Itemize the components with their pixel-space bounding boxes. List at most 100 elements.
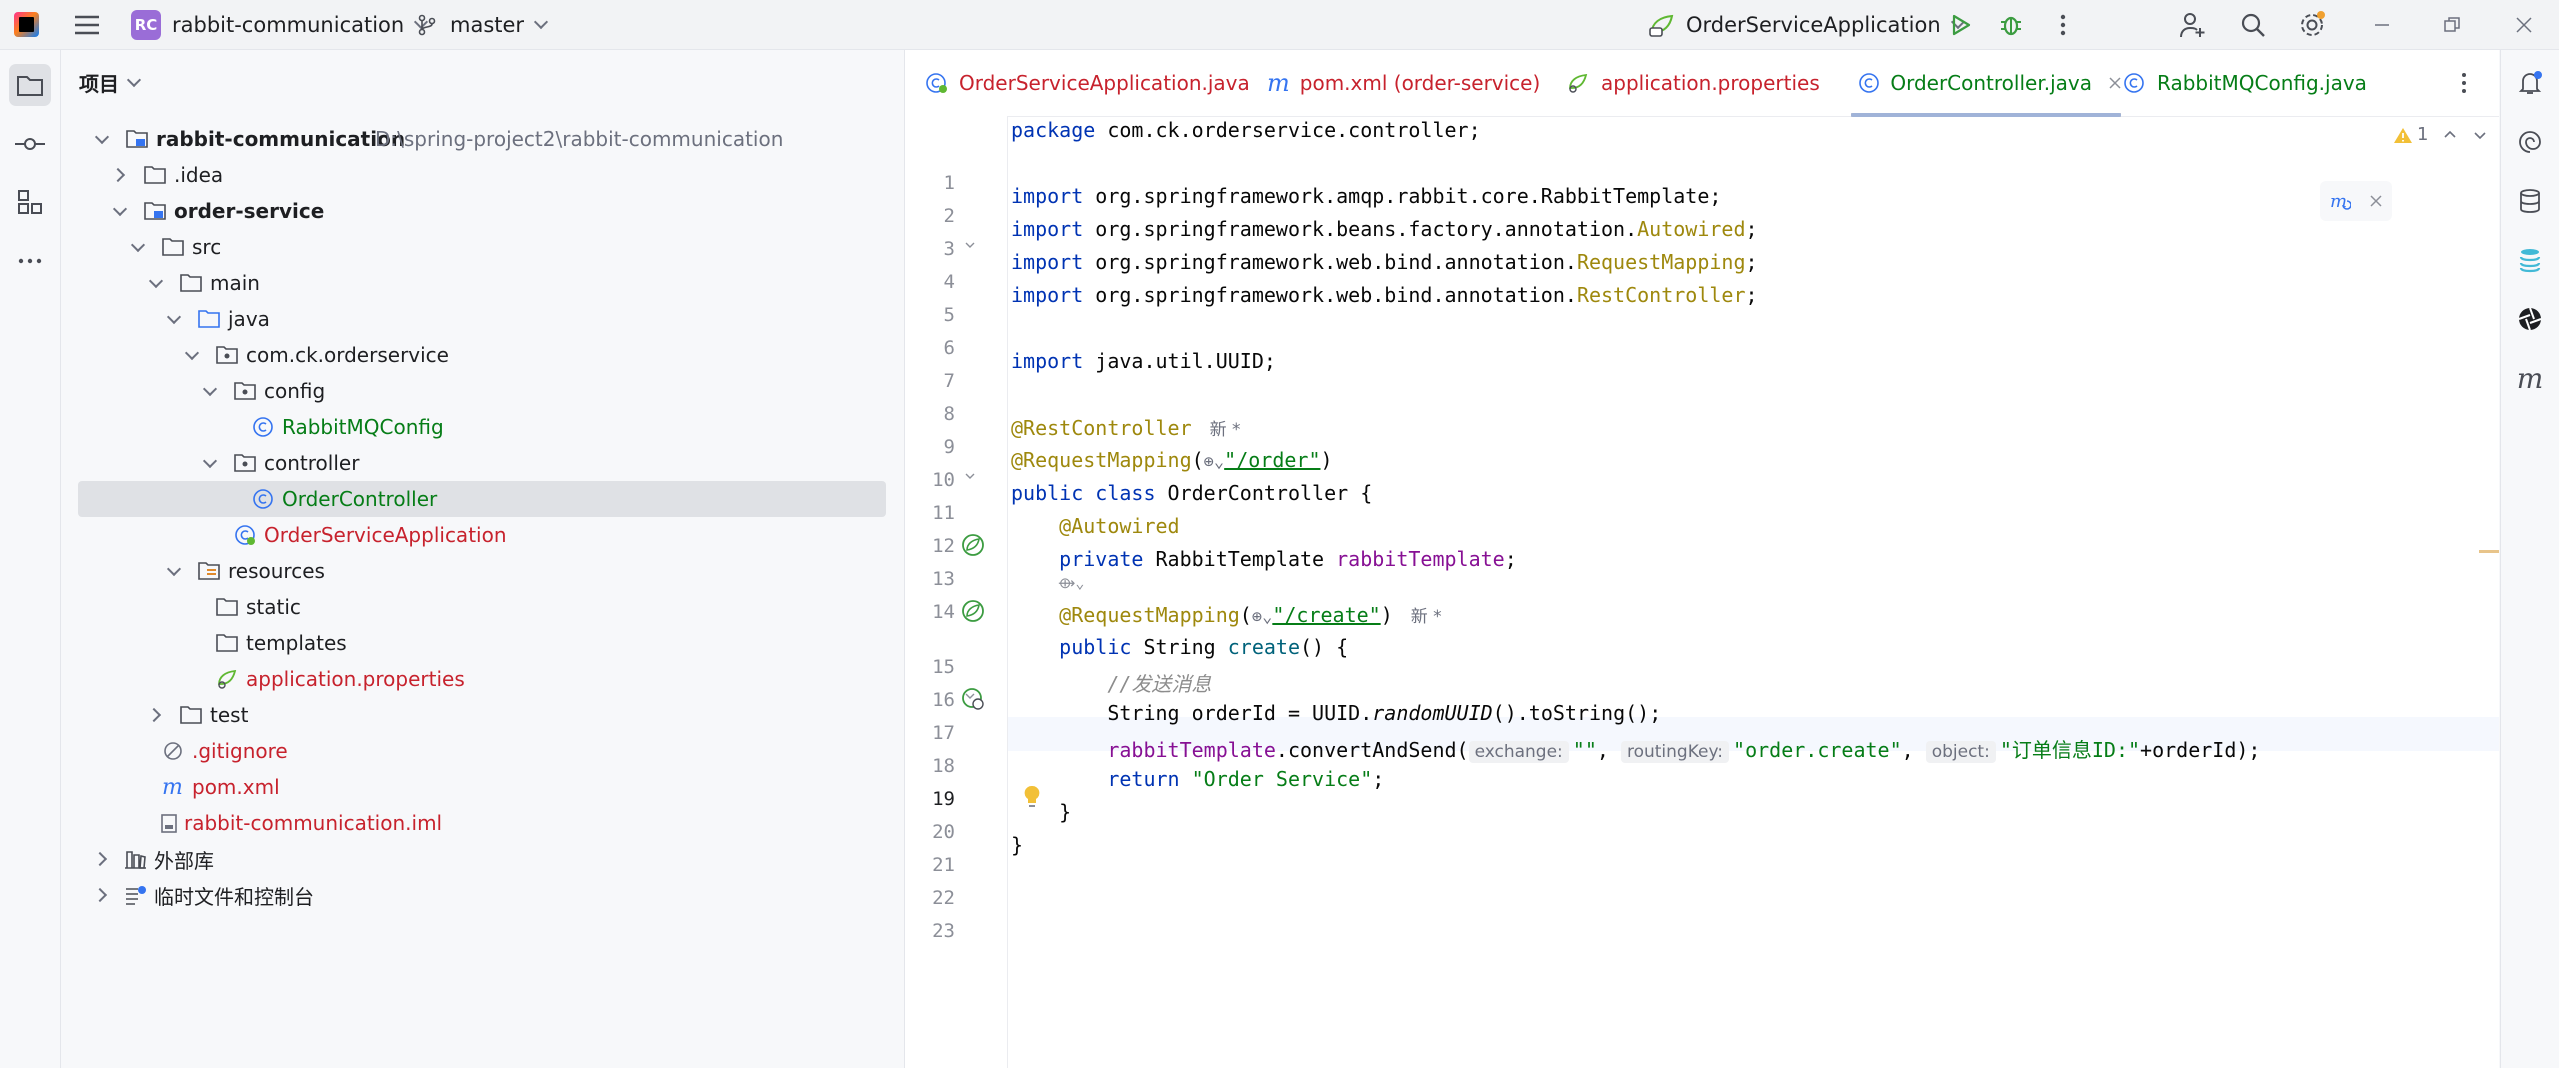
tree-item-pom-xml[interactable]: m pom.xml [78,769,886,805]
expand-arrow-icon [166,309,182,324]
notifications-button[interactable] [2515,68,2545,98]
code-line-3[interactable]: import org.springframework.amqp.rabbit.c… [1011,184,1721,208]
tree-item-application-properties[interactable]: application.properties [78,661,886,697]
tree-item-src[interactable]: src [78,229,886,265]
close-icon[interactable] [2369,194,2383,208]
debug-button[interactable] [1996,10,2026,40]
chevron-up-icon[interactable] [2442,127,2458,143]
settings-button[interactable] [2297,10,2327,40]
ai-assistant-button[interactable] [2515,127,2545,157]
code-line-20[interactable]: return "Order Service"; [1011,767,1384,791]
more-tools-button[interactable] [9,240,51,282]
big-data-button[interactable] [2515,245,2545,275]
spring-bean-icon[interactable] [960,532,986,558]
code-line-22[interactable]: } [1011,833,1023,857]
code-line-18[interactable]: String orderId = UUID.randomUUID().toStr… [1011,701,1661,725]
tabs-more-button[interactable] [2460,50,2468,116]
project-selector[interactable]: rabbit-communication [172,0,429,49]
code-line-13[interactable]: @Autowired [1011,514,1179,538]
tab-orderserviceapplication[interactable]: OrderServiceApplication.java [925,50,1250,116]
tree-item-controller[interactable]: controller [78,445,886,481]
code-line-21[interactable]: } [1011,800,1071,824]
commit-tool-button[interactable] [9,123,51,165]
usages-hint[interactable]: ⟴⌄ [1058,574,1084,592]
warning-count: 1 [2417,124,2429,145]
code-line-6[interactable]: import org.springframework.web.bind.anno… [1011,283,1758,307]
tree-item-rabbit-communication[interactable]: rabbit-communication D:\spring-project2\… [78,121,886,157]
tree-item-external-libraries[interactable]: 外部库 [78,841,886,877]
tab-application-properties[interactable]: application.properties [1567,50,1820,116]
fold-icon[interactable] [963,469,977,483]
tree-item-templates[interactable]: templates [78,625,886,661]
code-line-10[interactable]: @RestController 新 * [1011,415,1241,440]
active-tab-indicator [1851,113,2121,117]
more-actions-button[interactable] [2048,10,2078,40]
code-line-8[interactable]: import java.util.UUID; [1011,349,1276,373]
close-tab-icon[interactable] [2108,76,2121,90]
tree-item-package[interactable]: com.ck.orderservice [78,337,886,373]
code-line-15[interactable]: @RequestMapping(⊕⌄"/create") 新 * [1011,602,1441,627]
close-window-button[interactable] [2509,10,2539,40]
gear-icon [2301,11,2325,36]
branch-selector[interactable]: master [416,0,549,49]
maven-reload-icon[interactable]: m [2329,191,2351,211]
database-button[interactable] [2515,186,2545,216]
tab-label: OrderController.java [1890,71,2092,95]
code-line-16[interactable]: public String create() { [1011,635,1348,659]
line-number: 17 [932,722,955,744]
restore-button[interactable] [2437,10,2467,40]
param-hint-object: object: [1925,741,1996,763]
structure-tool-button[interactable] [9,181,51,223]
maven-icon: m [2516,361,2544,395]
line-number: 6 [943,337,955,359]
code-line-5[interactable]: import org.springframework.web.bind.anno… [1011,250,1758,274]
main-menu-button[interactable] [74,0,104,49]
run-config-selector[interactable]: OrderServiceApplication [1648,0,1965,49]
project-panel-header[interactable]: 项目 [79,68,142,97]
maven-button[interactable]: m [2515,361,2545,395]
tree-item-config[interactable]: config [78,373,886,409]
run-button[interactable] [1945,10,1975,40]
code-line-11[interactable]: @RequestMapping(⊕⌄"/order") [1011,448,1333,472]
spring-bean-icon[interactable] [960,598,986,624]
plugin-button[interactable] [2515,304,2545,334]
tree-item-scratches[interactable]: 临时文件和控制台 [78,877,886,913]
tree-item-ordercontroller[interactable]: OrderController [78,481,886,517]
tree-item-orderserviceapplication[interactable]: OrderServiceApplication [78,517,886,553]
inspection-widget[interactable]: 1 [2393,124,2488,145]
tab-ordercontroller[interactable]: OrderController.java [1851,50,2121,117]
library-icon [125,851,146,869]
database-icon [2520,189,2540,213]
tree-item-test[interactable]: test [78,697,886,733]
chevron-down-icon[interactable] [2472,127,2488,143]
request-mapping-icon[interactable] [960,686,986,712]
package-icon [234,382,256,400]
tree-item-iml[interactable]: rabbit-communication.iml [78,805,886,841]
tree-item-gitignore[interactable]: .gitignore [78,733,886,769]
fold-icon[interactable] [963,238,977,252]
tree-item-idea[interactable]: .idea [78,157,886,193]
project-tool-button[interactable] [9,64,51,106]
tree-item-label: 外部库 [154,848,214,873]
more-vertical-icon [2060,14,2066,36]
code-line-14[interactable]: private RabbitTemplate rabbitTemplate; [1011,547,1517,571]
code-line-1[interactable]: package com.ck.orderservice.controller; [1011,118,1481,142]
tree-item-order-service[interactable]: order-service [78,193,886,229]
tree-item-label: application.properties [246,667,465,691]
code-with-me-button[interactable] [2178,10,2208,40]
code-line-17[interactable]: //发送消息 [1011,668,1211,697]
tree-item-java[interactable]: java [78,301,886,337]
code-line-4[interactable]: import org.springframework.beans.factory… [1011,217,1758,241]
tree-item-static[interactable]: static [78,589,886,625]
add-user-icon [2180,13,2205,38]
more-horizontal-icon [18,258,42,264]
tree-item-rabbitmqconfig[interactable]: RabbitMQConfig [78,409,886,445]
tree-item-resources[interactable]: resources [78,553,886,589]
code-line-19[interactable]: rabbitTemplate.convertAndSend(exchange: "… [1011,734,2260,763]
tab-pom-xml[interactable]: m pom.xml (order-service) [1267,50,1540,116]
search-everywhere-button[interactable] [2238,10,2268,40]
tab-rabbitmqconfig[interactable]: RabbitMQConfig.java [2123,50,2367,116]
tree-item-main[interactable]: main [78,265,886,301]
code-line-12[interactable]: public class OrderController { [1011,481,1372,505]
minimize-button[interactable] [2367,10,2397,40]
